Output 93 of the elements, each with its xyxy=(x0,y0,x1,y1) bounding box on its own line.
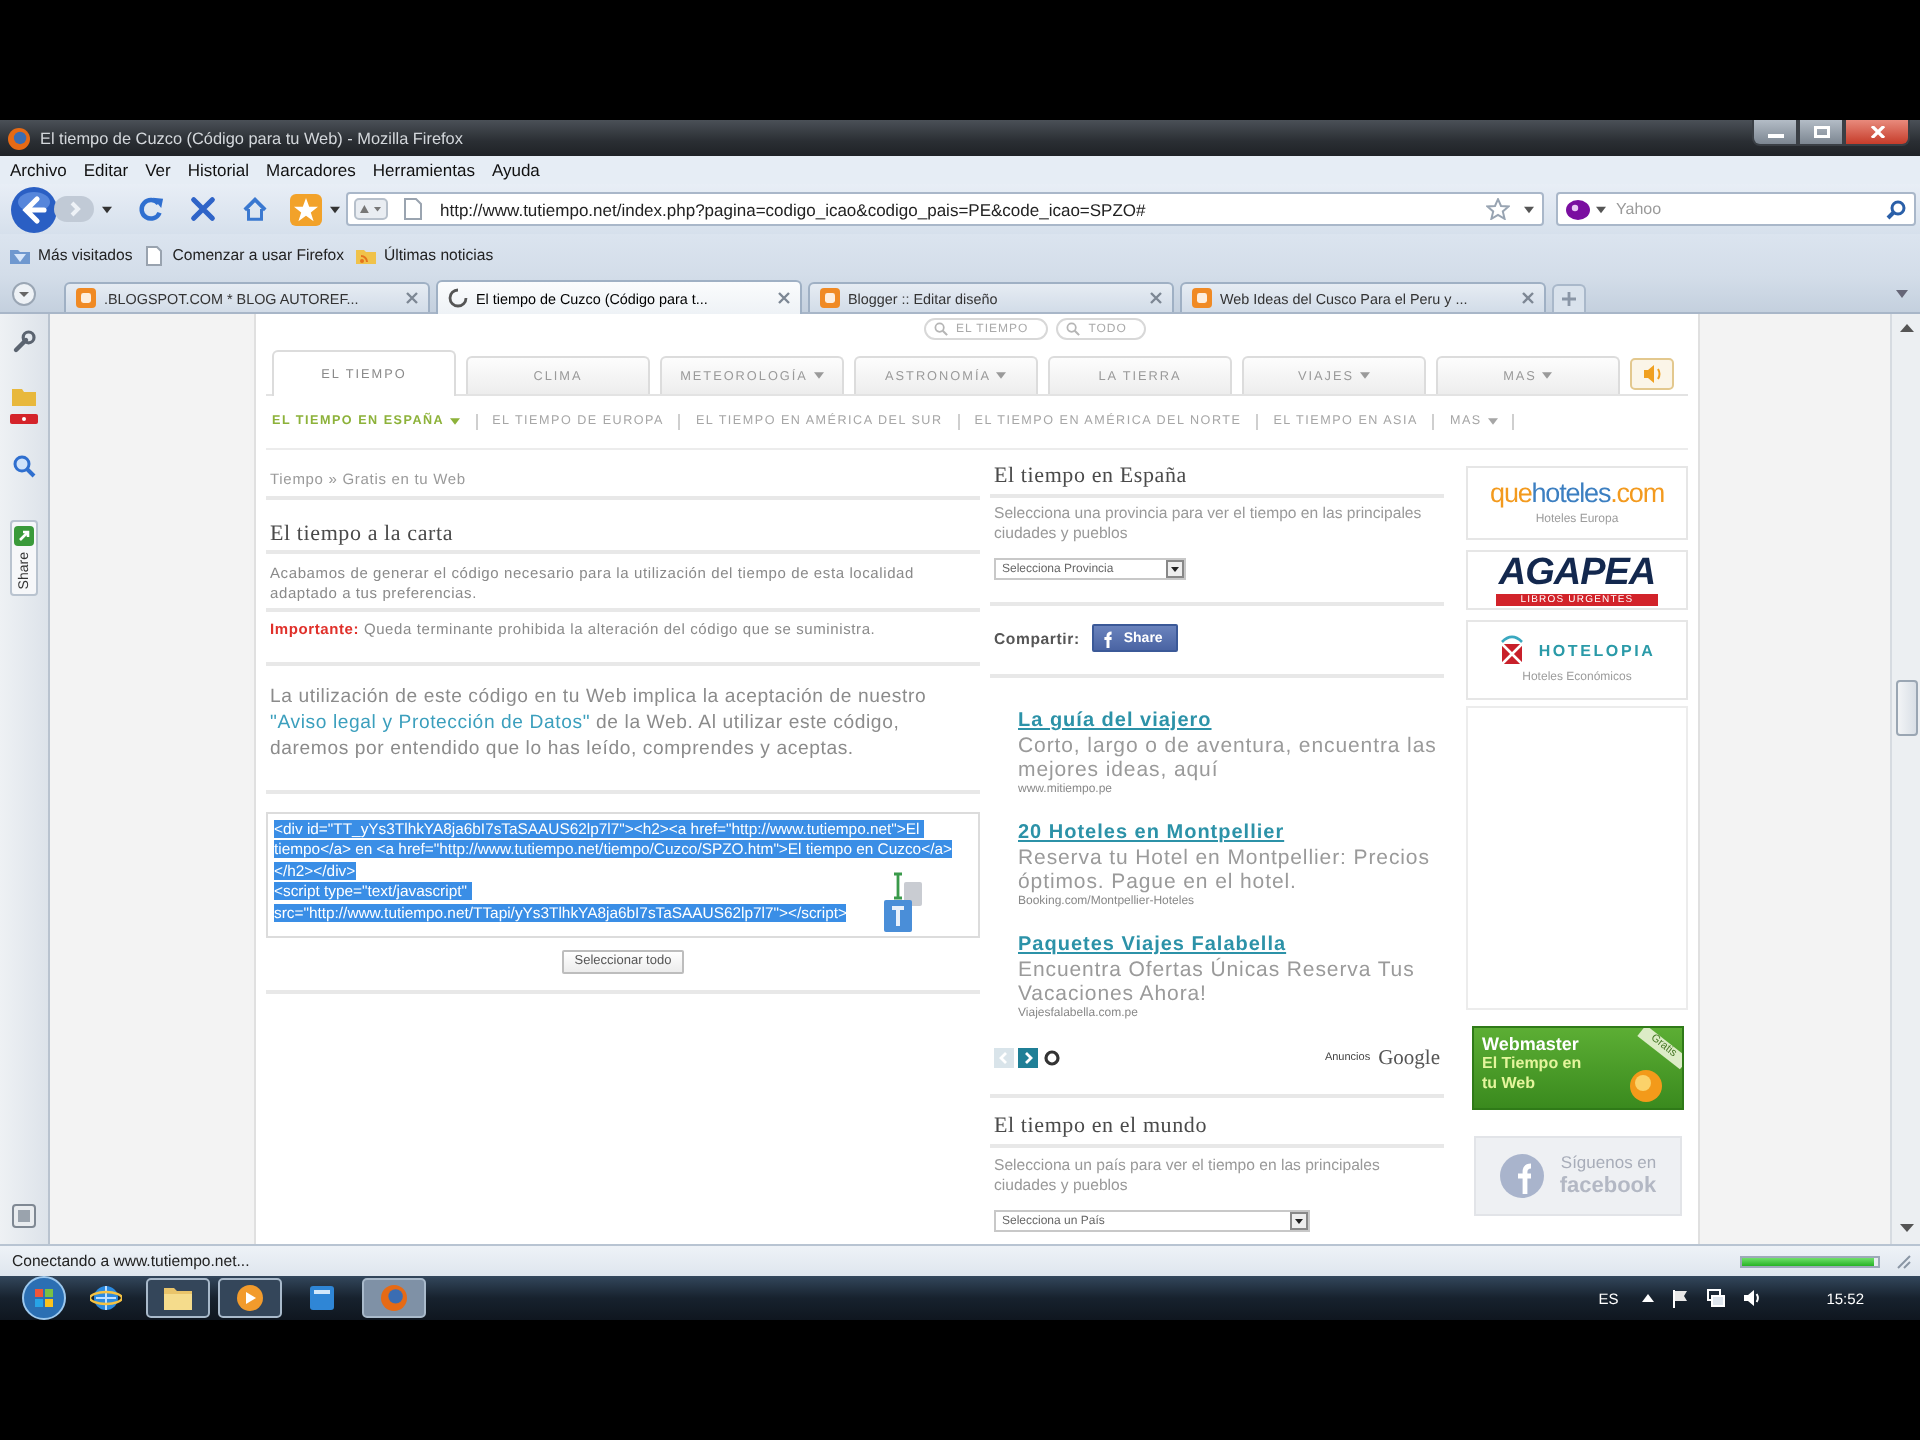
code-text-area[interactable] xyxy=(266,811,980,937)
search-icon xyxy=(1066,322,1081,336)
section-heading: El tiempo en el mundo xyxy=(994,1114,1210,1140)
f-logo-icon xyxy=(1099,629,1114,647)
close-icon[interactable] xyxy=(1150,292,1162,304)
ad-description: Encuentra Ofertas Únicas Reserva Tus Vacaciones Ahora! xyxy=(1018,958,1417,1006)
caret-icon xyxy=(813,372,824,380)
window-title: El tiempo de Cuzco (Código para tu Web) - Mozilla Firefox xyxy=(40,129,463,147)
minimize-button[interactable] xyxy=(1752,120,1798,146)
reload-icon[interactable] xyxy=(138,196,164,222)
notice-text: La utilización de este código en tu Web implica la aceptación de nuestro "Aviso legal y Protección de Datos" de la Web. Al utilizar este código, daremos por entendido que lo has leído, comprendes y aceptas. xyxy=(270,683,929,761)
legal-notice-link[interactable]: "Aviso legal y Protección de Datos" xyxy=(270,711,591,733)
ad-title-link[interactable]: La guía del viajero xyxy=(1018,710,1212,734)
menu-item[interactable]: Herramientas xyxy=(372,160,475,180)
vertical-scrollbar[interactable] xyxy=(1890,314,1920,1244)
menu-item[interactable]: Historial xyxy=(187,160,250,180)
caret-icon xyxy=(996,372,1007,380)
window-icon[interactable] xyxy=(306,1282,338,1314)
search-icon[interactable] xyxy=(12,454,36,478)
bookmark-folder-icon xyxy=(10,245,30,265)
star-icon[interactable] xyxy=(1486,198,1510,220)
search-bar[interactable]: Yahoo xyxy=(1556,192,1916,226)
media-player-icon[interactable] xyxy=(218,1278,282,1318)
page-icon xyxy=(404,198,422,220)
close-icon[interactable] xyxy=(1522,292,1534,304)
label-icon[interactable] xyxy=(10,414,38,424)
speaker-icon[interactable] xyxy=(1742,1288,1763,1308)
search-input[interactable]: Yahoo xyxy=(1616,197,1886,221)
logo-text: HOTELOPIA xyxy=(1538,641,1656,659)
resize-grip-icon[interactable] xyxy=(1896,1253,1912,1269)
caret-icon[interactable] xyxy=(1596,205,1606,213)
plus-icon xyxy=(1562,292,1576,306)
caret-icon[interactable] xyxy=(1524,205,1534,213)
logo-text: AGAPEA xyxy=(1498,555,1656,591)
stop-icon[interactable] xyxy=(190,196,216,222)
maximize-button[interactable] xyxy=(1798,120,1844,146)
banner-caption: El Tiempo en tu Web xyxy=(1482,1054,1584,1092)
menu-item[interactable]: Archivo xyxy=(10,160,67,180)
menu-item[interactable]: Marcadores xyxy=(266,160,356,180)
address-field[interactable]: http://www.tutiempo.net/index.php?pagina=codigo_icao&codigo_pais=PE&code_icao=SPZO# xyxy=(346,192,1544,226)
search-icon[interactable] xyxy=(1886,199,1906,219)
globe-icon[interactable] xyxy=(90,1282,122,1314)
ad-title-link[interactable]: Paquetes Viajes Falabella xyxy=(1018,934,1287,958)
back-icon[interactable] xyxy=(10,185,58,233)
section-heading: El tiempo a la carta xyxy=(270,522,456,548)
menu-item[interactable]: Ayuda xyxy=(491,160,540,180)
network-icon[interactable] xyxy=(1706,1288,1727,1308)
site-info-icon[interactable] xyxy=(354,198,388,220)
banner-caption: Síguenos en xyxy=(1560,1152,1657,1174)
up-arrow-icon[interactable] xyxy=(1899,324,1913,332)
search-icon xyxy=(934,322,948,336)
maximize-icon xyxy=(1813,126,1829,138)
f-logo-icon xyxy=(1499,1154,1544,1198)
start-orb-icon[interactable] xyxy=(22,1276,66,1320)
logo-text: quehoteles.com xyxy=(1490,478,1664,508)
ad-description: Corto, largo o de aventura, encuentra las mejores ideas, aquí xyxy=(1018,734,1439,782)
close-icon[interactable] xyxy=(406,292,418,304)
list-tabs-icon[interactable] xyxy=(12,282,36,306)
menu-item[interactable]: Editar xyxy=(83,160,129,180)
home-icon[interactable] xyxy=(242,196,268,222)
logo-text: facebook xyxy=(1559,1174,1657,1200)
brand-text: Google xyxy=(1378,1047,1440,1069)
ad-description: Reserva tu Hotel en Montpellier: Precios óptimos. Pague en el hotel. xyxy=(1018,846,1432,894)
caret-icon xyxy=(1360,372,1371,380)
ad-title-link[interactable]: 20 Hoteles en Montpellier xyxy=(1018,822,1285,846)
caret-icon xyxy=(450,418,461,426)
starburst-icon[interactable] xyxy=(290,193,322,225)
section-heading: El tiempo en España xyxy=(994,464,1189,490)
close-button[interactable] xyxy=(1844,120,1910,146)
flag-icon[interactable] xyxy=(1670,1288,1691,1308)
browser-icon xyxy=(8,127,30,149)
share-icon xyxy=(14,526,34,546)
caret-icon[interactable] xyxy=(330,205,340,213)
caret-icon xyxy=(1542,372,1553,380)
caret-icon xyxy=(1487,418,1498,426)
page-icon xyxy=(144,245,165,265)
ring-icon[interactable] xyxy=(1044,1050,1060,1066)
sun-icon xyxy=(1630,1070,1662,1102)
feed-folder-icon xyxy=(356,245,377,265)
search-engine-icon[interactable] xyxy=(1566,199,1590,219)
close-icon xyxy=(1869,126,1885,138)
menu-item[interactable]: Ver xyxy=(145,160,171,180)
down-arrow-icon[interactable] xyxy=(1899,1224,1913,1232)
browser-icon[interactable] xyxy=(362,1278,426,1318)
caret-icon[interactable] xyxy=(1642,1294,1655,1302)
logo-text: Webmaster xyxy=(1482,1034,1581,1054)
wrench-icon[interactable] xyxy=(12,330,36,354)
close-icon[interactable] xyxy=(778,292,790,304)
scrollbar-thumb[interactable] xyxy=(1895,680,1917,736)
caret-icon[interactable] xyxy=(102,205,112,213)
panel-icon[interactable] xyxy=(12,1204,36,1228)
folder-icon[interactable] xyxy=(146,1278,210,1318)
hotel-icon xyxy=(1498,634,1527,666)
